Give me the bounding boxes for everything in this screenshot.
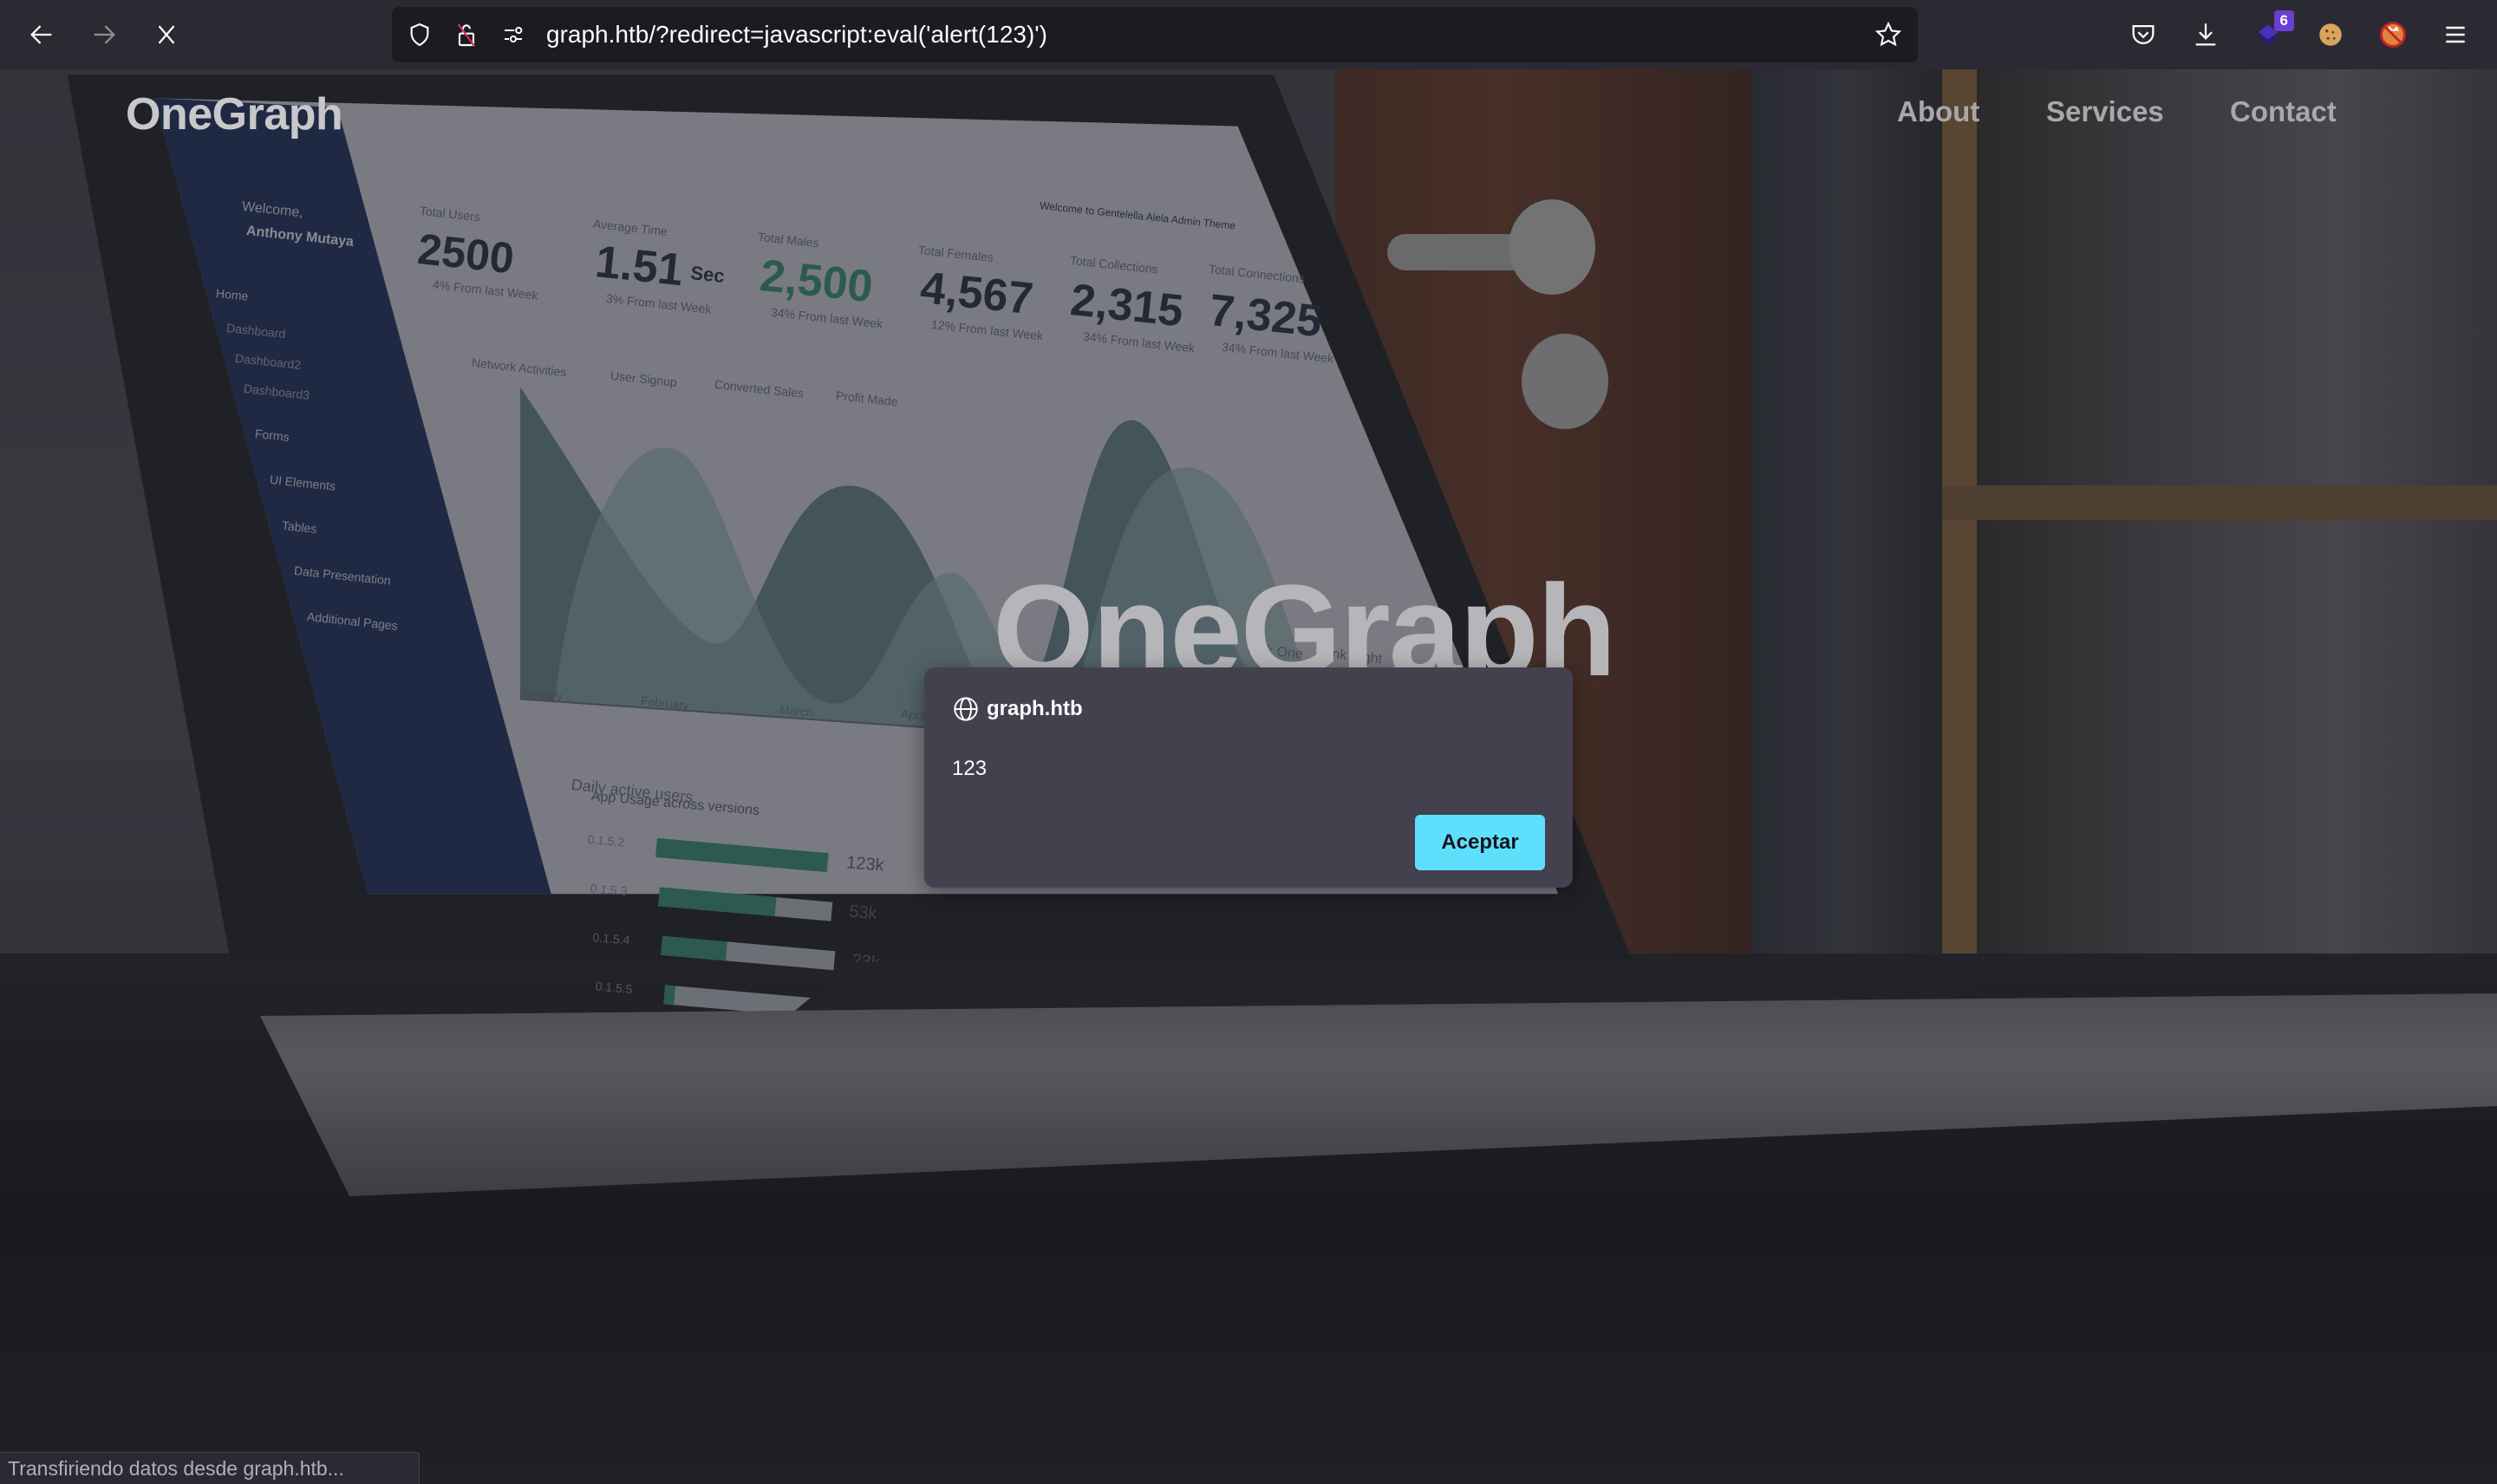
pocket-button[interactable]: [2124, 16, 2162, 54]
stop-button[interactable]: [147, 16, 186, 54]
blocked-extension-button[interactable]: [2374, 16, 2412, 54]
hamburger-icon: [2446, 26, 2465, 43]
dialog-origin: graph.htb: [987, 697, 1083, 720]
star-icon[interactable]: [1873, 19, 1904, 50]
nav-services[interactable]: Services: [2046, 95, 2164, 128]
lock-slash-icon[interactable]: [451, 19, 482, 50]
fox-blocked-icon: [2380, 22, 2406, 48]
extension-badge: 6: [2273, 10, 2294, 31]
web-page: Welcome, Anthony Mutaya Home Dashboard D…: [0, 69, 2497, 1484]
menu-button[interactable]: [2436, 16, 2474, 54]
downloads-button[interactable]: [2187, 16, 2225, 54]
accept-button[interactable]: Aceptar: [1415, 815, 1545, 870]
cookie-extension-button[interactable]: [2311, 16, 2350, 54]
shield-icon[interactable]: [404, 19, 435, 50]
sliders-icon[interactable]: [498, 19, 529, 50]
extension-button[interactable]: 6: [2249, 10, 2294, 54]
alert-dialog: graph.htb 123 Aceptar: [924, 667, 1573, 888]
close-icon: [158, 25, 175, 44]
arrow-right-icon: [94, 25, 115, 44]
forward-button[interactable]: [85, 16, 123, 54]
site-logo[interactable]: OneGraph: [126, 88, 343, 140]
back-button[interactable]: [23, 16, 61, 54]
nav-about[interactable]: About: [1897, 95, 1979, 128]
url-bar[interactable]: graph.htb/?redirect=javascript:eval('ale…: [392, 7, 1918, 62]
nav-contact[interactable]: Contact: [2230, 95, 2337, 128]
status-bar: Transfiriendo datos desde graph.htb...: [0, 1452, 420, 1484]
dialog-message: 123: [952, 757, 988, 780]
globe-icon: [954, 697, 978, 721]
url-text[interactable]: graph.htb/?redirect=javascript:eval('ale…: [546, 19, 1047, 50]
download-icon: [2195, 23, 2216, 46]
cookie-icon: [2319, 23, 2342, 46]
pocket-icon: [2132, 24, 2155, 44]
browser-toolbar: graph.htb/?redirect=javascript:eval('ale…: [0, 0, 2497, 69]
arrow-left-icon: [30, 25, 52, 44]
